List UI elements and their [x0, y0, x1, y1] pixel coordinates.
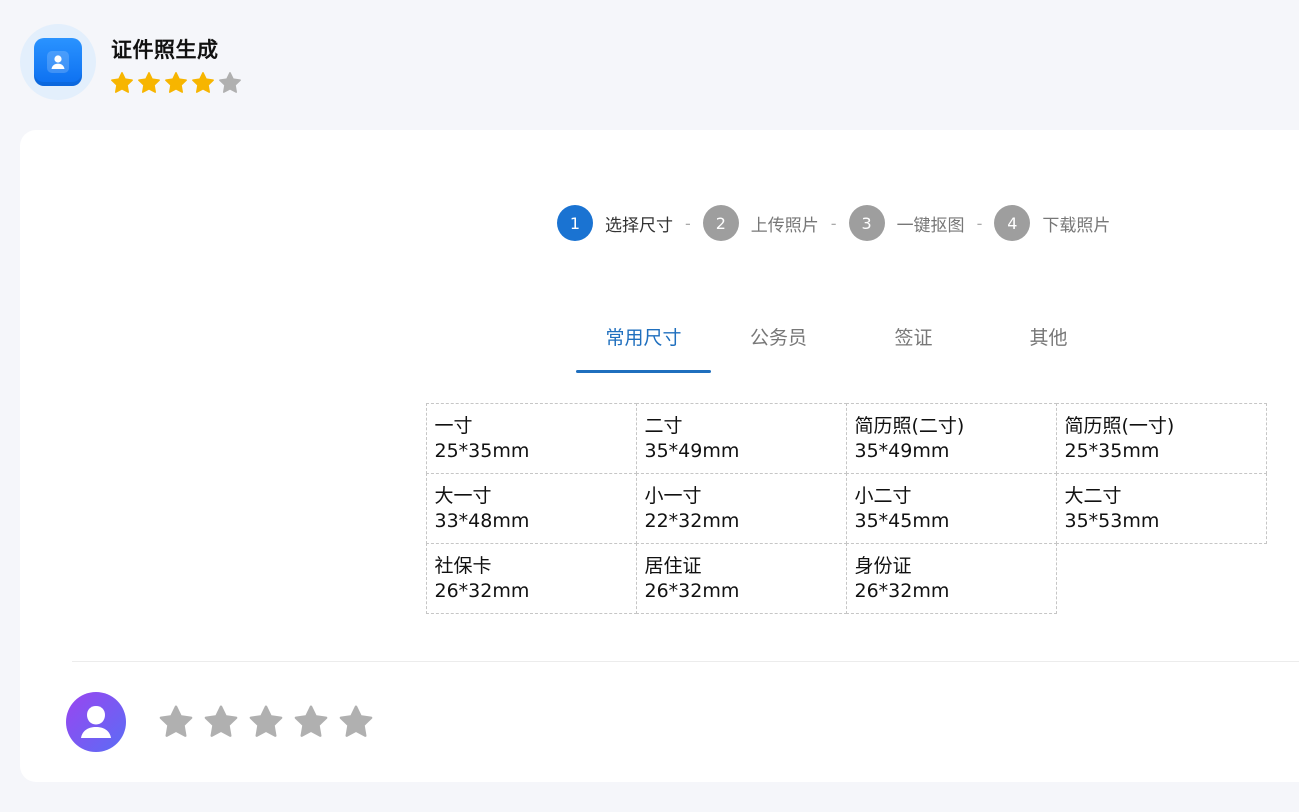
step-separator: - [830, 213, 837, 233]
size-dimensions: 35*49mm [854, 439, 950, 462]
size-option[interactable]: 大一寸 33*48mm [425, 472, 637, 544]
size-dimensions: 26*32mm [434, 579, 530, 602]
size-option[interactable]: 简历照(二寸) 35*49mm [845, 402, 1057, 474]
size-option[interactable]: 社保卡 26*32mm [425, 542, 637, 614]
size-name: 简历照(一寸) [1064, 414, 1175, 437]
step-label: 上传照片 [750, 215, 819, 236]
size-name: 小一寸 [644, 484, 702, 507]
main-card: 1 选择尺寸 -2 上传照片 -3 一键抠图 -4 下载照片 常用尺寸 公务员 签证 其他 一寸 25… [20, 130, 1299, 782]
size-dimensions: 26*32mm [854, 579, 950, 602]
size-dimensions: 35*53mm [1064, 509, 1160, 532]
size-name: 身份证 [854, 554, 912, 577]
star-empty-icon [219, 72, 241, 93]
tab-civil-servant[interactable]: 公务员 [711, 315, 846, 373]
step-number: 3 [848, 205, 885, 241]
rate-star-1-icon[interactable] [158, 704, 194, 740]
star-filled-icon [165, 72, 187, 93]
step-label: 一键抠图 [896, 215, 965, 236]
tab-common-sizes[interactable]: 常用尺寸 [576, 315, 711, 373]
step-number: 1 [557, 205, 593, 241]
app-title: 证件照生成 [111, 38, 219, 62]
tab-visa[interactable]: 签证 [846, 315, 981, 373]
size-option[interactable]: 大二寸 35*53mm [1055, 472, 1267, 544]
review-star-rating [158, 704, 374, 740]
rate-star-2-icon[interactable] [203, 704, 239, 740]
user-avatar [66, 692, 126, 752]
size-name: 简历照(二寸) [854, 414, 965, 437]
step-number: 2 [702, 205, 739, 241]
app-header: 证件照生成 [20, 24, 420, 102]
size-dimensions: 33*48mm [434, 509, 530, 532]
star-filled-icon [111, 72, 133, 93]
star-filled-icon [192, 72, 214, 93]
size-option[interactable]: 居住证 26*32mm [635, 542, 847, 614]
rate-star-3-icon[interactable] [248, 704, 284, 740]
step-3: 3 一键抠图 [848, 205, 965, 241]
size-dimensions: 25*35mm [434, 439, 530, 462]
step-indicator: 1 选择尺寸 -2 上传照片 -3 一键抠图 -4 下载照片 [557, 205, 1110, 241]
size-name: 居住证 [644, 554, 702, 577]
size-dimensions: 26*32mm [644, 579, 740, 602]
size-dimensions: 22*32mm [644, 509, 740, 532]
size-dimensions: 35*49mm [644, 439, 740, 462]
size-option[interactable]: 一寸 25*35mm [425, 402, 637, 474]
step-1: 1 选择尺寸 [557, 205, 673, 241]
user-card-icon [34, 38, 82, 86]
step-4: 4 下载照片 [994, 205, 1110, 241]
rate-star-4-icon[interactable] [293, 704, 329, 740]
size-name: 小二寸 [854, 484, 912, 507]
size-dimensions: 35*45mm [854, 509, 950, 532]
app-logo [20, 24, 96, 100]
size-option[interactable]: 小一寸 22*32mm [635, 472, 847, 544]
step-label: 选择尺寸 [605, 215, 673, 236]
size-name: 大一寸 [434, 484, 492, 507]
step-separator: - [976, 213, 983, 233]
app-rating [110, 71, 242, 95]
size-grid: 一寸 25*35mm 二寸 35*49mm 简历照(二寸) 35*49mm 简历照(一寸) 2… [425, 402, 1267, 614]
step-label: 下载照片 [1042, 215, 1111, 236]
size-name: 大二寸 [1064, 484, 1122, 507]
size-option[interactable]: 小二寸 35*45mm [845, 472, 1057, 544]
size-category-tabs: 常用尺寸 公务员 签证 其他 [576, 315, 1116, 373]
size-option[interactable]: 身份证 26*32mm [845, 542, 1057, 614]
size-name: 一寸 [434, 414, 473, 437]
user-avatar-icon [81, 706, 111, 738]
size-dimensions: 25*35mm [1064, 439, 1160, 462]
star-filled-icon [138, 72, 160, 93]
size-option[interactable]: 简历照(一寸) 25*35mm [1055, 402, 1267, 474]
divider [72, 661, 1299, 662]
tab-other[interactable]: 其他 [981, 315, 1116, 373]
step-number: 4 [994, 205, 1031, 241]
rate-star-5-icon[interactable] [338, 704, 374, 740]
size-name: 社保卡 [434, 554, 492, 577]
size-option[interactable]: 二寸 35*49mm [635, 402, 847, 474]
step-2: 2 上传照片 [702, 205, 819, 241]
size-name: 二寸 [644, 414, 683, 437]
step-separator: - [685, 213, 691, 233]
